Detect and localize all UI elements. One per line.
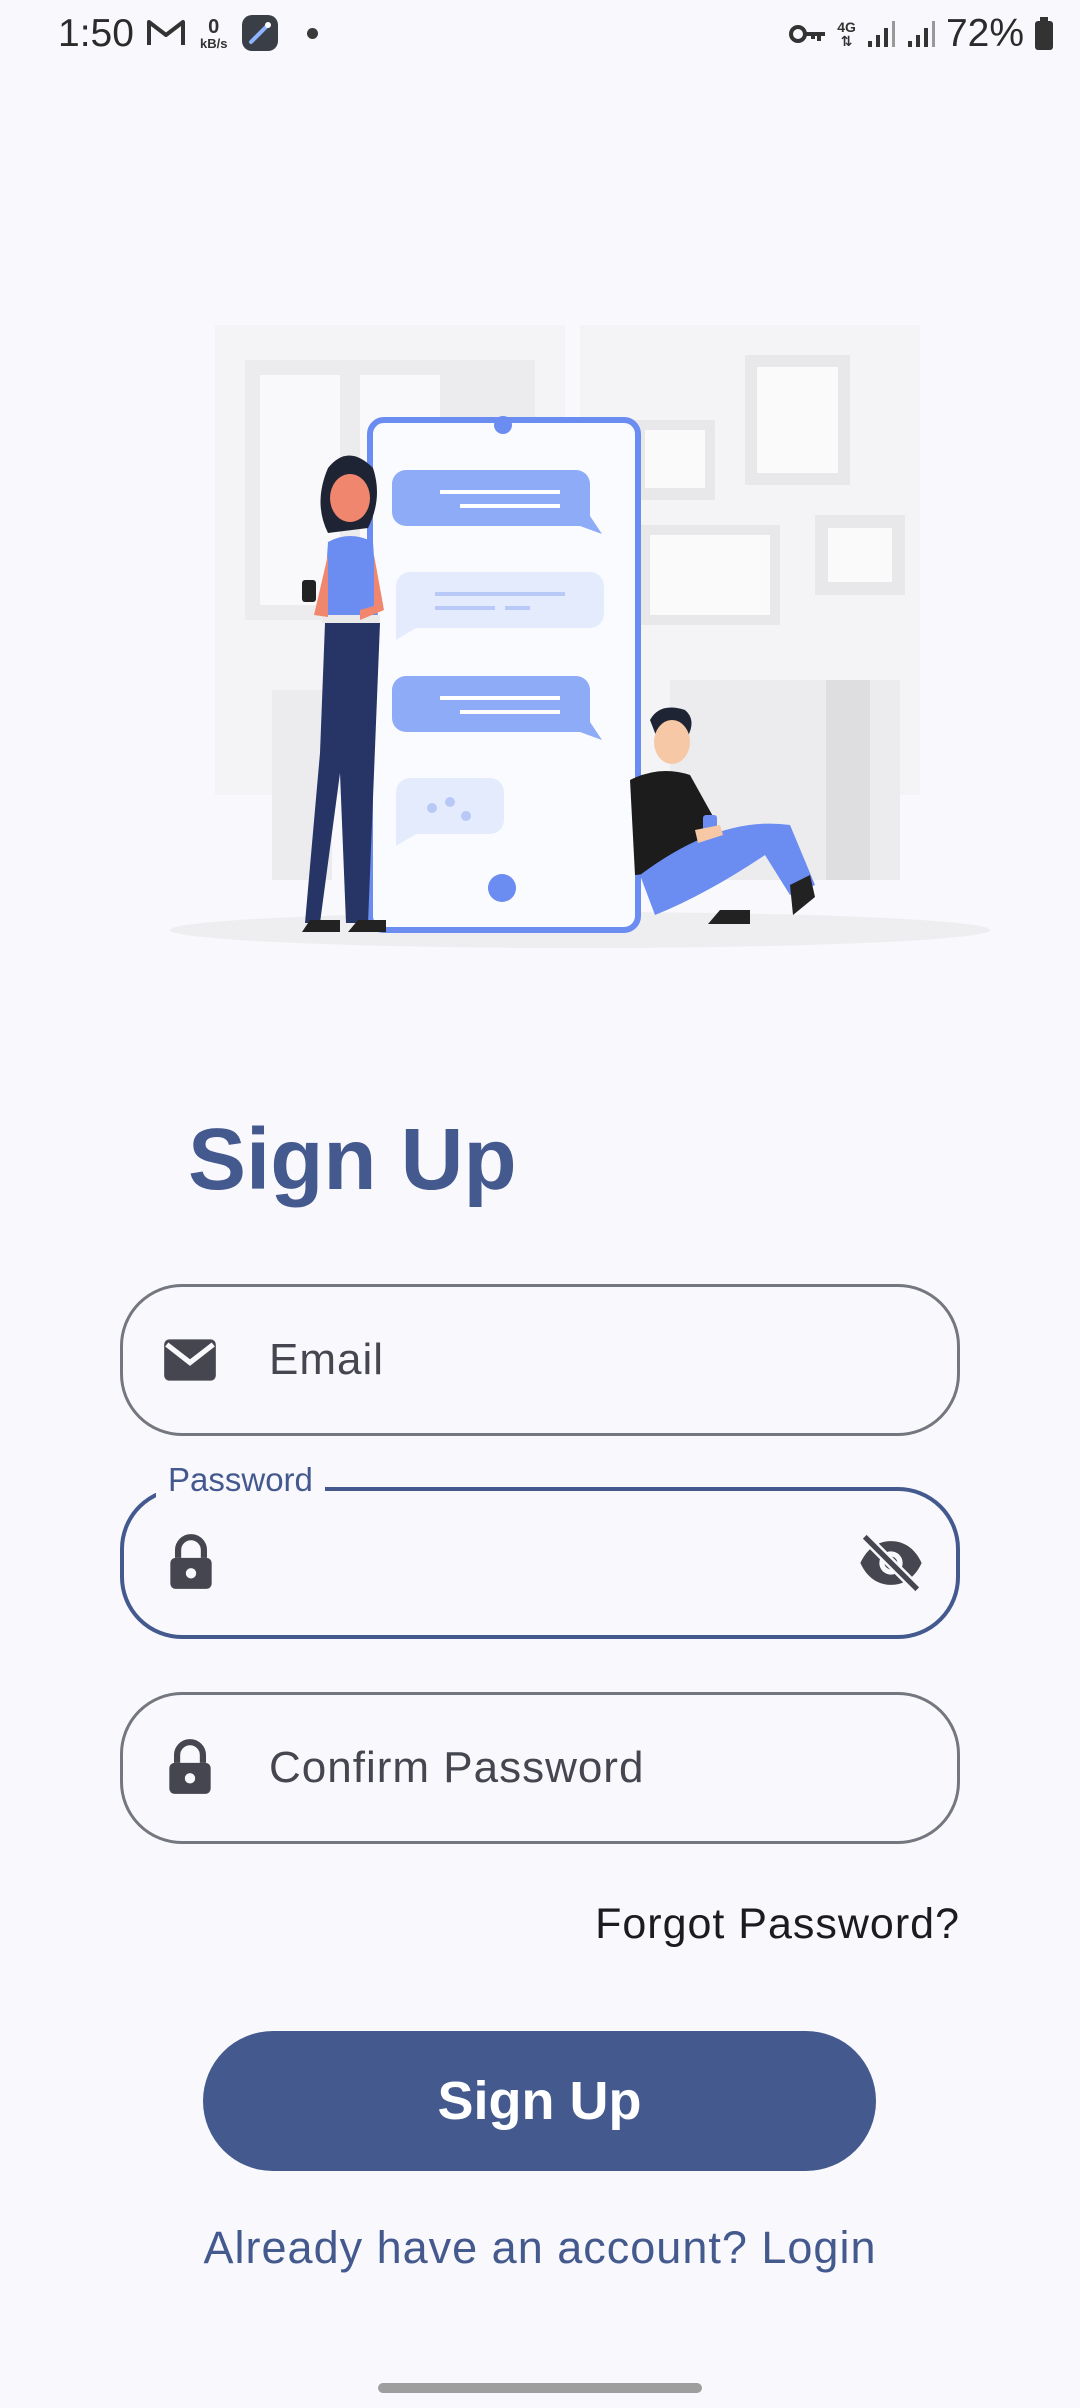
email-field[interactable]: Email	[120, 1284, 960, 1436]
status-left-icons: 0 kB/s	[146, 14, 319, 52]
forgot-password-link[interactable]: Forgot Password?	[595, 1900, 960, 1949]
status-bar: 1:50 0 kB/s 4G ⇅ 72%	[0, 0, 1080, 72]
battery-percent: 72%	[945, 12, 1024, 55]
page-title: Sign Up	[188, 1111, 517, 1208]
confirm-password-placeholder: Confirm Password	[269, 1743, 645, 1792]
confirm-password-field[interactable]: Confirm Password	[120, 1692, 960, 1844]
sign-up-button[interactable]: Sign Up	[203, 2031, 876, 2171]
status-right-icons: 4G ⇅ 72%	[789, 12, 1054, 56]
gmail-icon	[147, 20, 185, 45]
network-speed: 0 kB/s	[200, 15, 228, 51]
login-link[interactable]: Already have an account? Login	[0, 2222, 1080, 2274]
lock-icon	[170, 1534, 212, 1589]
notification-dot-icon	[307, 27, 319, 39]
password-label: Password	[156, 1461, 325, 1499]
lock-icon	[169, 1739, 211, 1794]
email-placeholder: Email	[269, 1335, 385, 1384]
status-time: 1:50	[58, 12, 134, 55]
network-type: 4G ⇅	[837, 19, 856, 49]
mail-icon	[164, 1339, 216, 1381]
app-notification-icon	[242, 15, 279, 51]
password-field[interactable]: Password	[120, 1461, 960, 1639]
visibility-off-icon[interactable]	[856, 1528, 926, 1598]
vpn-key-icon	[789, 25, 826, 43]
signup-illustration	[170, 325, 990, 948]
battery-icon	[1035, 17, 1053, 50]
signal-icon-2	[907, 21, 935, 47]
signal-icon	[867, 21, 895, 47]
home-indicator[interactable]	[378, 2383, 702, 2393]
